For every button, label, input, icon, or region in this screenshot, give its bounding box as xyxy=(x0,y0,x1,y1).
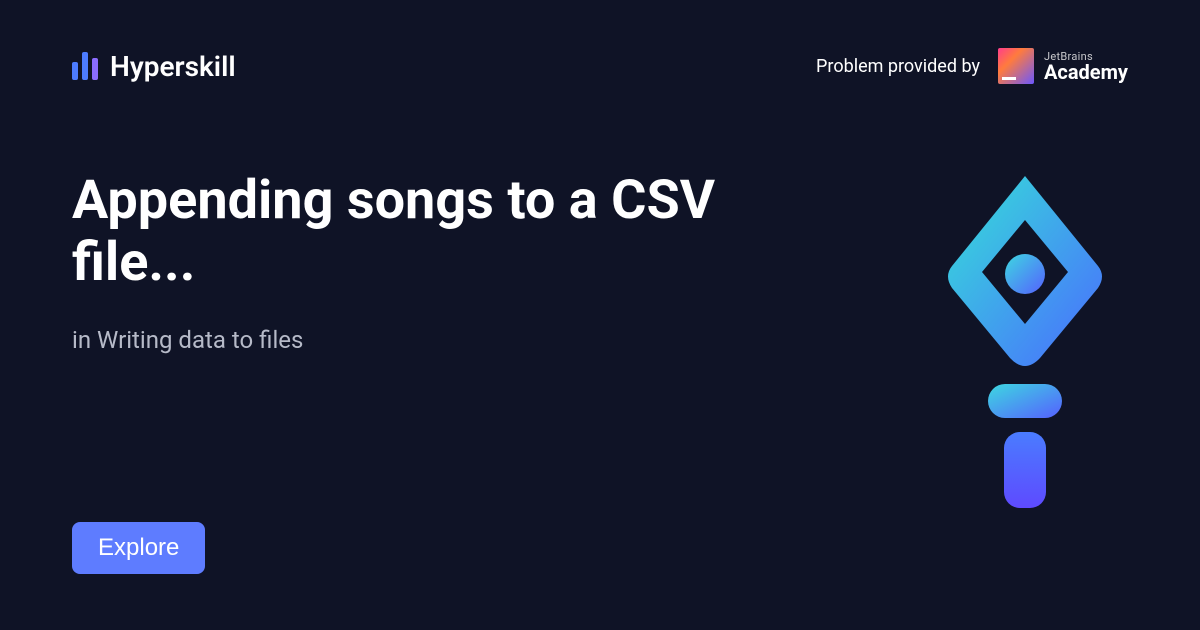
explore-button[interactable]: Explore xyxy=(72,522,205,574)
hyperskill-logo[interactable]: Hyperskill xyxy=(72,50,236,83)
pen-nib-icon xyxy=(930,170,1120,510)
page-title: Appending songs to a CSV file... xyxy=(72,170,812,294)
academy-label: Academy xyxy=(1044,62,1128,82)
hyperskill-bars-icon xyxy=(72,52,98,80)
page-subtitle: in Writing data to files xyxy=(72,326,812,354)
provider-prefix: Problem provided by xyxy=(816,56,980,77)
jetbrains-academy-logo[interactable]: JetBrains Academy xyxy=(998,48,1128,84)
header: Hyperskill Problem provided by JetBrains… xyxy=(0,0,1200,84)
hyperskill-wordmark: Hyperskill xyxy=(110,50,236,83)
jetbrains-icon xyxy=(998,48,1034,84)
provider-block: Problem provided by JetBrains Academy xyxy=(816,48,1128,84)
content: Appending songs to a CSV file... in Writ… xyxy=(72,170,812,354)
